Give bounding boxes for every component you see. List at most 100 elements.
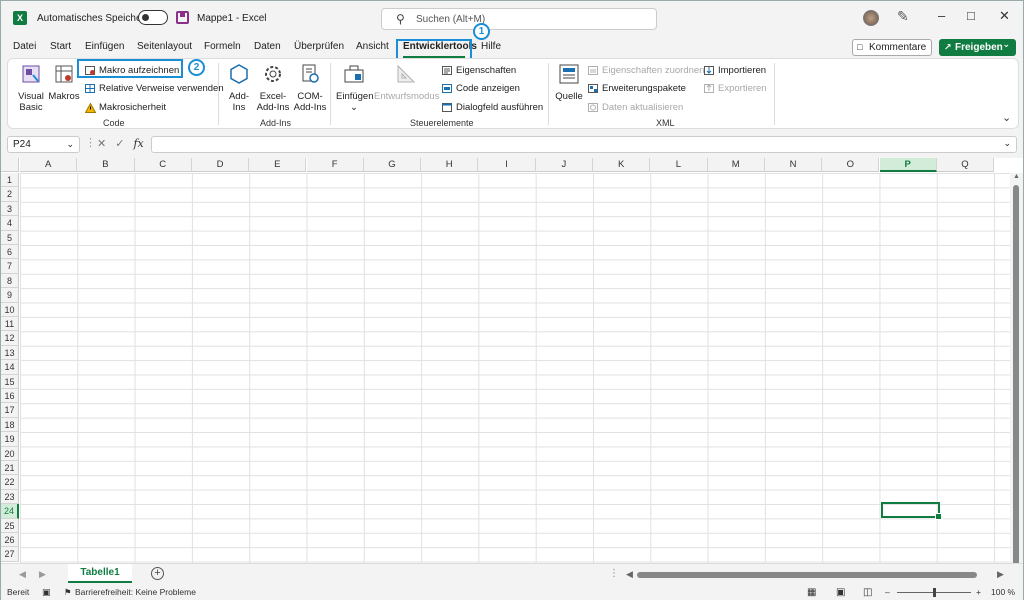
row-header[interactable]: 23: [1, 489, 19, 505]
tab-ueberpruefen[interactable]: Überprüfen: [294, 41, 344, 52]
tab-ansicht[interactable]: Ansicht: [356, 41, 389, 52]
zoom-slider-knob[interactable]: [933, 588, 936, 597]
row-header[interactable]: 14: [1, 360, 19, 375]
column-header[interactable]: P: [879, 158, 937, 172]
vertical-scrollbar[interactable]: ▲: [1010, 173, 1023, 563]
column-header[interactable]: A: [20, 158, 78, 172]
row-header[interactable]: 19: [1, 432, 19, 447]
column-header[interactable]: Q: [936, 158, 995, 172]
column-header[interactable]: E: [249, 158, 307, 172]
com-addins-button[interactable]: COM- Add-Ins: [293, 63, 327, 113]
column-header[interactable]: L: [650, 158, 708, 172]
expansion-packs-button[interactable]: Erweiterungspakete: [588, 82, 686, 96]
row-header[interactable]: 16: [1, 389, 19, 404]
comments-button[interactable]: Kommentare: [852, 39, 932, 56]
visual-basic-button[interactable]: Visual Basic: [14, 63, 48, 113]
row-header[interactable]: 5: [1, 230, 19, 245]
insert-control-button[interactable]: Einfügen ⌄: [336, 63, 374, 113]
select-all-corner[interactable]: [1, 158, 19, 172]
refresh-data-button[interactable]: Daten aktualisieren: [588, 101, 683, 115]
horizontal-scroll-thumb[interactable]: [637, 572, 977, 578]
row-header[interactable]: 13: [1, 345, 19, 361]
share-button[interactable]: Freigeben: [939, 36, 1016, 56]
row-header[interactable]: 26: [1, 533, 19, 548]
tab-hilfe[interactable]: Hilfe: [481, 41, 501, 52]
row-header[interactable]: 18: [1, 417, 19, 433]
vertical-scroll-thumb[interactable]: [1013, 185, 1019, 563]
cancel-icon[interactable]: ✕: [97, 138, 115, 150]
name-box[interactable]: P24 ⌄: [7, 136, 80, 153]
tab-splitter-icon[interactable]: ⋮: [609, 568, 619, 579]
import-button[interactable]: Importieren: [704, 64, 766, 78]
row-header[interactable]: 20: [1, 446, 19, 461]
makros-button[interactable]: Makros: [48, 63, 80, 102]
column-header[interactable]: F: [306, 158, 364, 172]
avatar[interactable]: [863, 10, 879, 26]
tab-einfuegen[interactable]: Einfügen: [85, 41, 124, 52]
row-header[interactable]: 8: [1, 273, 19, 289]
scroll-left-icon[interactable]: ◀: [626, 569, 633, 580]
search-box[interactable]: ⚲ Suchen (Alt+M): [381, 8, 657, 30]
column-header[interactable]: J: [535, 158, 593, 172]
autosave-toggle[interactable]: [138, 10, 168, 25]
chevron-down-icon[interactable]: ⌄: [66, 137, 74, 152]
column-header[interactable]: N: [764, 158, 823, 172]
minimize-icon[interactable]: –: [938, 8, 945, 23]
row-header[interactable]: 1: [1, 173, 19, 188]
row-header[interactable]: 27: [1, 547, 19, 562]
row-header[interactable]: 7: [1, 259, 19, 274]
row-header[interactable]: 15: [1, 374, 19, 389]
save-icon[interactable]: [176, 11, 189, 24]
more-options-icon[interactable]: ⋮: [85, 136, 96, 149]
properties-button[interactable]: Eigenschaften: [442, 64, 516, 78]
row-header[interactable]: 25: [1, 518, 19, 533]
row-header[interactable]: 3: [1, 201, 19, 217]
row-header[interactable]: 22: [1, 475, 19, 490]
relative-references-button[interactable]: Relative Verweise verwenden: [85, 82, 224, 96]
pen-icon[interactable]: ✎: [897, 8, 909, 25]
tab-formeln[interactable]: Formeln: [204, 41, 241, 52]
tab-datei[interactable]: Datei: [13, 41, 36, 52]
column-header[interactable]: D: [191, 158, 250, 172]
close-icon[interactable]: ✕: [999, 8, 1010, 24]
tab-start[interactable]: Start: [50, 41, 71, 52]
column-header[interactable]: B: [77, 158, 135, 172]
column-header[interactable]: C: [134, 158, 192, 172]
zoom-in-icon[interactable]: +: [976, 587, 981, 597]
sheet-tab-tabelle1[interactable]: Tabelle1: [68, 564, 132, 583]
addins-button[interactable]: Add- Ins: [226, 63, 252, 113]
row-header[interactable]: 9: [1, 288, 19, 303]
row-header[interactable]: 24: [1, 504, 19, 519]
cell-area[interactable]: [20, 173, 1010, 563]
normal-view-icon[interactable]: ▦: [807, 587, 816, 598]
view-code-button[interactable]: Code anzeigen: [442, 82, 520, 96]
macro-record-status-icon[interactable]: ▣: [42, 587, 51, 598]
macro-security-button[interactable]: Makrosicherheit: [85, 101, 166, 115]
row-header[interactable]: 4: [1, 216, 19, 231]
row-header[interactable]: 2: [1, 187, 19, 202]
confirm-icon[interactable]: ✓: [115, 138, 133, 150]
column-header[interactable]: K: [593, 158, 651, 172]
ribbon-collapse-chevron-icon[interactable]: ⌄: [1002, 111, 1011, 124]
selected-cell[interactable]: [881, 502, 942, 520]
sheet-prev-icon[interactable]: ◀: [19, 569, 26, 580]
row-header[interactable]: 10: [1, 302, 19, 317]
row-header[interactable]: 11: [1, 317, 19, 332]
column-header[interactable]: M: [707, 158, 765, 172]
column-header[interactable]: H: [421, 158, 479, 172]
tab-daten[interactable]: Daten: [254, 41, 281, 52]
formula-input[interactable]: ⌄: [151, 136, 1017, 153]
tab-seitenlayout[interactable]: Seitenlayout: [137, 41, 192, 52]
row-header[interactable]: 12: [1, 331, 19, 346]
scroll-up-icon[interactable]: ▲: [1013, 173, 1020, 180]
zoom-level[interactable]: 100 %: [991, 587, 1015, 597]
column-header[interactable]: I: [478, 158, 536, 172]
row-header[interactable]: 6: [1, 245, 19, 260]
sheet-next-icon[interactable]: ▶: [39, 569, 46, 580]
map-properties-button[interactable]: Eigenschaften zuordnen: [588, 64, 704, 78]
export-button[interactable]: Exportieren: [704, 82, 767, 96]
row-header[interactable]: 21: [1, 461, 19, 476]
xml-source-button[interactable]: Quelle: [554, 63, 584, 102]
run-dialog-button[interactable]: Dialogfeld ausführen: [442, 101, 543, 115]
accessibility-status[interactable]: Barrierefreiheit: Keine Probleme: [75, 587, 196, 597]
